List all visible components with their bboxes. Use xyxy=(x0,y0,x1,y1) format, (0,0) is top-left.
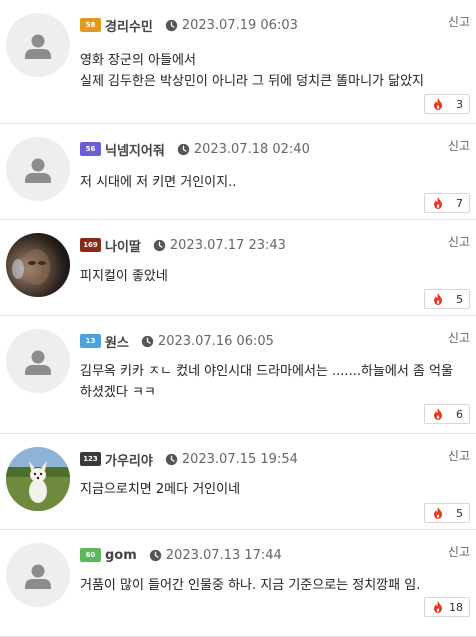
comment-line: 영화 장군의 아들에서 xyxy=(80,53,196,68)
comment-item: 56 닉넴지어줘 2023.07.18 02:40 신고저 시대에 저 키면 거인이지… xyxy=(0,124,476,220)
comment-item: 169 나이딸 2023.07.17 23:43 신고피지컬이 좋았네 5 xyxy=(0,220,476,316)
like-count: 18 xyxy=(449,600,463,614)
comment-item: 123 가우리야 2023.07.15 19:54 신고지금으로치면 2메다 거인이네… xyxy=(0,434,476,530)
comment-body: 저 시대에 저 키면 거인이지.. xyxy=(80,172,466,193)
comment-meta: 60 gom 2023.07.13 17:44 xyxy=(80,545,282,565)
avatar[interactable] xyxy=(6,233,70,297)
comment-body: 지금으로치면 2메다 거인이네 xyxy=(80,479,466,500)
nickname[interactable]: 경리수민 xyxy=(105,16,153,35)
nickname[interactable]: 나이딸 xyxy=(105,236,141,255)
comment-item: 60 gom 2023.07.13 17:44 신고거품이 많이 들어간 인물중 하나… xyxy=(0,530,476,637)
clock-icon xyxy=(177,143,194,156)
report-button[interactable]: 신고 xyxy=(448,543,470,560)
comment-date: 2023.07.16 06:05 xyxy=(157,333,274,349)
comment-meta: 56 닉넴지어줘 2023.07.18 02:40 xyxy=(80,139,310,159)
report-button[interactable]: 신고 xyxy=(448,13,470,30)
report-button[interactable]: 신고 xyxy=(448,233,470,250)
comment-meta: 13 원스 2023.07.16 06:05 xyxy=(80,331,274,351)
flame-icon xyxy=(433,601,443,613)
clock-icon xyxy=(141,335,158,348)
clock-icon xyxy=(165,19,182,32)
nickname[interactable]: gom xyxy=(105,548,137,563)
comment-body: 피지컬이 좋았네 xyxy=(80,266,466,287)
comment-list: 58 경리수민 2023.07.19 06:03 신고 영화 장군의 아들에서 실제 김두… xyxy=(0,0,476,637)
comment-meta: 58 경리수민 2023.07.19 06:03 xyxy=(80,15,298,35)
comment-line: 실제 김두한은 박상민이 아니라 그 뒤에 덩치큰 똘마니가 닮았지 xyxy=(80,74,425,89)
person-icon xyxy=(6,329,70,393)
report-button[interactable]: 신고 xyxy=(448,329,470,346)
comment-line: 거품이 많이 들어간 인물중 하나. 지금 기준으로는 정치깡패 임. xyxy=(80,578,421,593)
comment-date: 2023.07.13 17:44 xyxy=(165,547,282,563)
comment-line: 저 시대에 저 키면 거인이지.. xyxy=(80,175,237,190)
comment-line: 김무옥 키카 ㅈㄴ 컸네 야인시대 드라마에서는 .......하늘에서 좀 억… xyxy=(80,364,453,379)
flame-icon xyxy=(433,197,443,209)
level-badge: 58 xyxy=(80,18,101,32)
like-button[interactable]: 5 xyxy=(424,289,470,309)
like-button[interactable]: 18 xyxy=(424,597,470,617)
nickname[interactable]: 원스 xyxy=(105,332,129,351)
avatar[interactable] xyxy=(6,13,70,77)
comment-line: 피지컬이 좋았네 xyxy=(80,269,168,284)
like-count: 3 xyxy=(456,97,463,111)
level-badge: 123 xyxy=(80,452,101,466)
avatar[interactable] xyxy=(6,447,70,511)
flame-icon xyxy=(433,98,443,110)
comment-meta: 169 나이딸 2023.07.17 23:43 xyxy=(80,235,286,255)
report-button[interactable]: 신고 xyxy=(448,447,470,464)
person-icon xyxy=(6,543,70,607)
comment-date: 2023.07.19 06:03 xyxy=(181,17,298,33)
like-count: 5 xyxy=(456,506,463,520)
person-icon xyxy=(6,13,70,77)
person-icon xyxy=(6,137,70,201)
like-button[interactable]: 7 xyxy=(424,193,470,213)
level-badge: 60 xyxy=(80,548,101,562)
like-button[interactable]: 5 xyxy=(424,503,470,523)
like-count: 5 xyxy=(456,292,463,306)
clock-icon xyxy=(149,549,166,562)
level-badge: 13 xyxy=(80,334,101,348)
nickname[interactable]: 닉넴지어줘 xyxy=(105,140,165,159)
like-button[interactable]: 6 xyxy=(424,404,470,424)
like-button[interactable]: 3 xyxy=(424,94,470,114)
clock-icon xyxy=(165,453,182,466)
level-badge: 169 xyxy=(80,238,101,252)
level-badge: 56 xyxy=(80,142,101,156)
avatar[interactable] xyxy=(6,329,70,393)
comment-item: 58 경리수민 2023.07.19 06:03 신고영화 장군의 아들에서실제 김두… xyxy=(0,0,476,124)
comment-meta: 123 가우리야 2023.07.15 19:54 xyxy=(80,449,298,469)
clock-icon xyxy=(153,239,170,252)
flame-icon xyxy=(433,408,443,420)
nickname[interactable]: 가우리야 xyxy=(105,450,153,469)
avatar[interactable] xyxy=(6,543,70,607)
comment-body: 김무옥 키카 ㅈㄴ 컸네 야인시대 드라마에서는 .......하늘에서 좀 억… xyxy=(80,361,466,403)
comment-line: 하셨겠다 ㅋㅋ xyxy=(80,385,156,400)
comment-date: 2023.07.18 02:40 xyxy=(193,141,310,157)
like-count: 6 xyxy=(456,407,463,421)
flame-icon xyxy=(433,507,443,519)
comment-body: 영화 장군의 아들에서실제 김두한은 박상민이 아니라 그 뒤에 덩치큰 똘마니… xyxy=(80,50,466,92)
like-count: 7 xyxy=(456,196,463,210)
comment-item: 13 원스 2023.07.16 06:05 신고김무옥 키카 ㅈㄴ 컸네 야인시대 … xyxy=(0,316,476,434)
comment-date: 2023.07.17 23:43 xyxy=(169,237,286,253)
comment-date: 2023.07.15 19:54 xyxy=(181,451,298,467)
flame-icon xyxy=(433,293,443,305)
comment-body: 거품이 많이 들어간 인물중 하나. 지금 기준으로는 정치깡패 임. xyxy=(80,575,466,596)
avatar[interactable] xyxy=(6,137,70,201)
report-button[interactable]: 신고 xyxy=(448,137,470,154)
comment-line: 지금으로치면 2메다 거인이네 xyxy=(80,482,241,497)
